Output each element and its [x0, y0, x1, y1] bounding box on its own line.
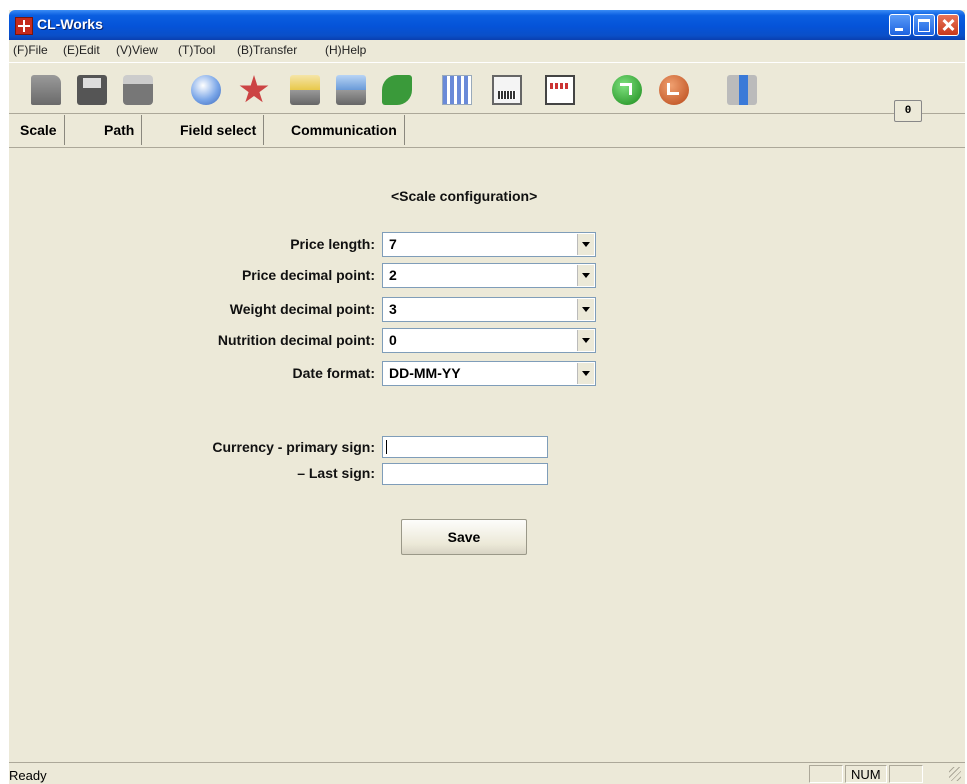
- menu-edit[interactable]: (E)Edit: [63, 43, 100, 57]
- menu-bar: (F)File (E)Edit (V)View (T)Tool (B)Trans…: [9, 40, 965, 60]
- arrow-down-icon[interactable]: [659, 75, 689, 105]
- nutrition-decimal-value: 0: [389, 332, 397, 348]
- toolbar: 0: [9, 62, 965, 122]
- window-title: CL-Works: [37, 16, 103, 32]
- status-bar: Ready NUM: [9, 762, 965, 784]
- minimize-button[interactable]: [889, 14, 911, 36]
- maximize-button[interactable]: [913, 14, 935, 36]
- label-icon[interactable]: [492, 75, 522, 105]
- tray-download-icon[interactable]: [336, 75, 366, 105]
- currency-last-label: – Last sign:: [297, 465, 375, 481]
- chevron-down-icon[interactable]: [577, 330, 594, 351]
- nutrition-decimal-label: Nutrition decimal point:: [217, 332, 375, 348]
- weight-decimal-select[interactable]: 3: [382, 297, 596, 322]
- close-button[interactable]: [937, 14, 959, 36]
- weight-decimal-label: Weight decimal point:: [229, 301, 375, 317]
- grid-icon[interactable]: [442, 75, 472, 105]
- tools-icon[interactable]: [727, 75, 757, 105]
- chevron-down-icon[interactable]: [577, 299, 594, 320]
- globe-icon[interactable]: [191, 75, 221, 105]
- chevron-down-icon[interactable]: [577, 265, 594, 286]
- nutrition-decimal-select[interactable]: 0: [382, 328, 596, 353]
- weight-decimal-value: 3: [389, 301, 397, 317]
- print-icon[interactable]: [123, 75, 153, 105]
- menu-transfer[interactable]: (B)Transfer: [237, 43, 297, 57]
- text-caret: [386, 440, 387, 454]
- status-num-indicator: NUM: [851, 767, 881, 782]
- price-length-value: 7: [389, 236, 397, 252]
- save-icon[interactable]: [77, 75, 107, 105]
- date-format-value: DD-MM-YY: [389, 365, 461, 381]
- title-bar[interactable]: CL-Works: [9, 10, 965, 40]
- arrow-up-icon[interactable]: [612, 75, 642, 105]
- app-window: CL-Works (F)File (E)Edit (V)View (T)Tool…: [9, 10, 965, 784]
- menu-help[interactable]: (H)Help: [325, 43, 366, 57]
- date-format-select[interactable]: DD-MM-YY: [382, 361, 596, 386]
- status-pane-scroll: [889, 765, 923, 783]
- leaf-icon[interactable]: [382, 75, 412, 105]
- menu-view[interactable]: (V)View: [116, 43, 158, 57]
- keyboard-icon[interactable]: [545, 75, 575, 105]
- tab-scale[interactable]: Scale: [13, 115, 65, 145]
- open-folder-icon[interactable]: [31, 75, 61, 105]
- tab-field-select[interactable]: Field select: [173, 115, 265, 145]
- price-length-select[interactable]: 7: [382, 232, 596, 257]
- star-icon[interactable]: [239, 75, 269, 103]
- status-pane-caps: [809, 765, 843, 783]
- save-button[interactable]: Save: [401, 519, 527, 555]
- chevron-down-icon[interactable]: [577, 363, 594, 384]
- resize-grip-icon[interactable]: [949, 767, 961, 781]
- price-decimal-select[interactable]: 2: [382, 263, 596, 288]
- tray-upload-icon[interactable]: [290, 75, 320, 105]
- price-length-label: Price length:: [290, 236, 375, 252]
- tab-bar: Scale Path Field select Communication: [9, 113, 965, 148]
- status-text: Ready: [9, 768, 47, 783]
- price-decimal-value: 2: [389, 267, 397, 283]
- menu-file[interactable]: (F)File: [13, 43, 48, 57]
- currency-primary-input[interactable]: [382, 436, 548, 458]
- date-format-label: Date format:: [292, 365, 375, 381]
- menu-tool[interactable]: (T)Tool: [178, 43, 215, 57]
- page-heading: <Scale configuration>: [391, 188, 538, 204]
- currency-last-input[interactable]: [382, 463, 548, 485]
- currency-primary-label: Currency - primary sign:: [212, 439, 375, 455]
- tab-communication[interactable]: Communication: [284, 115, 405, 145]
- price-decimal-label: Price decimal point:: [241, 267, 375, 283]
- tab-path[interactable]: Path: [97, 115, 143, 145]
- app-icon: [15, 17, 33, 35]
- chevron-down-icon[interactable]: [577, 234, 594, 255]
